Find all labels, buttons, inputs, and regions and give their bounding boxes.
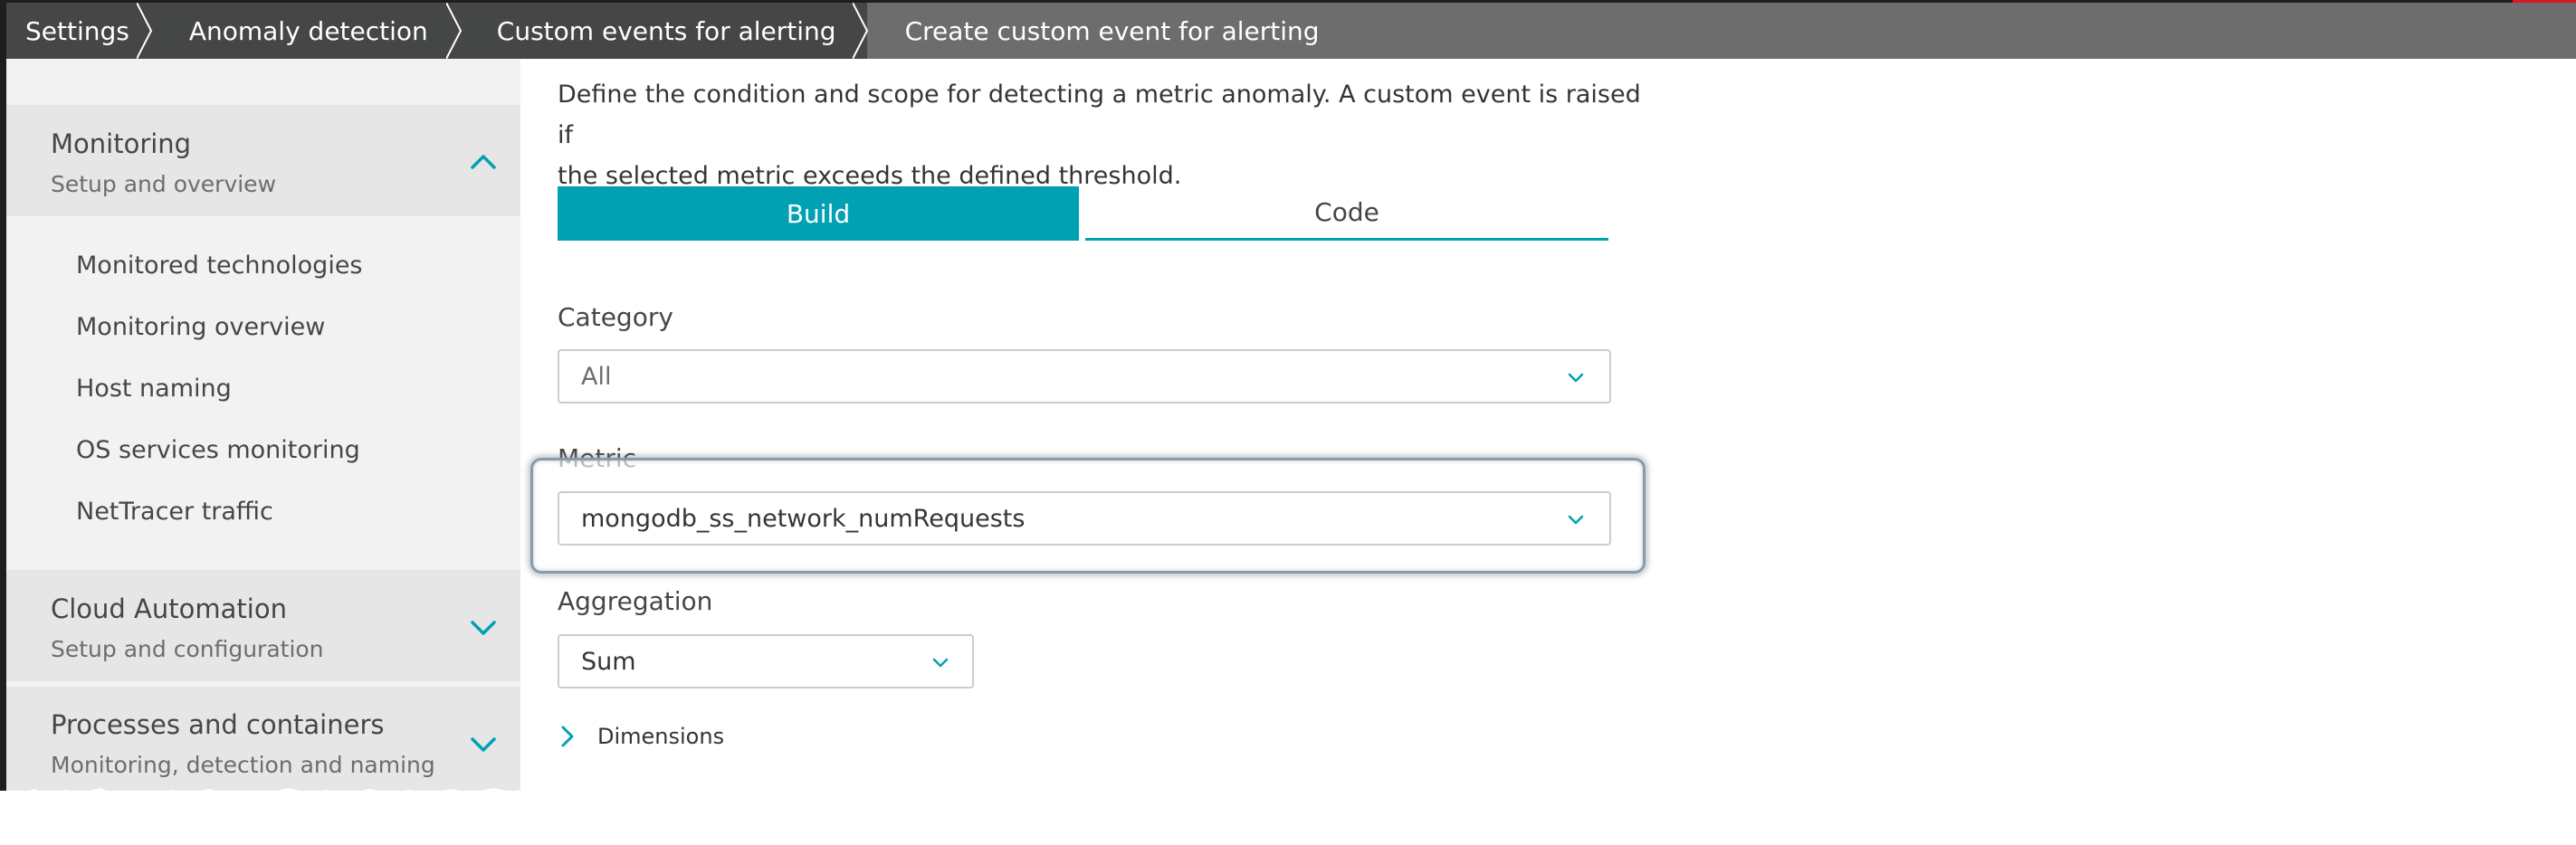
breadcrumb: Settings Anomaly detection Custom events… <box>6 3 2576 59</box>
sidebar-item-host-naming[interactable]: Host naming <box>76 375 232 403</box>
section-subtitle: Setup and configuration <box>51 636 324 662</box>
settings-sidebar: Monitoring Setup and overview Monitored … <box>6 59 520 791</box>
dimensions-toggle[interactable]: Dimensions <box>561 724 724 749</box>
chevron-down-icon <box>932 658 949 668</box>
aggregation-select[interactable]: Sum <box>558 634 974 688</box>
chevron-down-icon[interactable] <box>470 736 497 754</box>
tab-label: Code <box>1314 197 1379 227</box>
section-subtitle: Setup and overview <box>51 171 277 197</box>
sidebar-section-cloud-automation[interactable]: Cloud Automation Setup and configuration <box>6 570 520 681</box>
chevron-down-icon[interactable] <box>470 619 497 637</box>
select-value: All <box>581 363 612 391</box>
sidebar-item-nettracer-traffic[interactable]: NetTracer traffic <box>76 498 273 526</box>
section-subtitle: Monitoring, detection and naming <box>51 752 435 778</box>
chevron-right-icon <box>445 3 462 59</box>
chevron-right-icon <box>852 3 868 59</box>
tab-code[interactable]: Code <box>1085 186 1608 241</box>
sidebar-section-monitoring[interactable]: Monitoring Setup and overview <box>6 105 520 216</box>
select-value: Sum <box>581 648 636 676</box>
chevron-right-icon <box>136 3 152 59</box>
sidebar-item-monitoring-overview[interactable]: Monitoring overview <box>76 313 325 341</box>
breadcrumb-anomaly-detection[interactable]: Anomaly detection <box>150 3 462 59</box>
breadcrumb-custom-events[interactable]: Custom events for alerting <box>460 3 868 59</box>
category-select[interactable]: All <box>558 349 1611 404</box>
metric-select[interactable]: mongodb_ss_network_numRequests <box>558 491 1611 546</box>
sidebar-item-os-services-monitoring[interactable]: OS services monitoring <box>76 436 360 464</box>
breadcrumb-label: Settings <box>25 15 129 46</box>
sidebar-section-processes-containers[interactable]: Processes and containers Monitoring, det… <box>6 687 520 791</box>
breadcrumb-label: Anomaly detection <box>188 15 428 46</box>
chevron-down-icon <box>1568 373 1584 383</box>
aggregation-label: Aggregation <box>558 586 713 616</box>
intro-line: Define the condition and scope for detec… <box>558 81 1641 149</box>
breadcrumb-current-page: Create custom event for alerting <box>867 3 1356 59</box>
breadcrumb-label: Custom events for alerting <box>496 15 836 46</box>
breadcrumb-settings[interactable]: Settings <box>6 3 152 59</box>
category-label: Category <box>558 302 673 332</box>
section-title: Cloud Automation <box>51 593 287 624</box>
intro-description: Define the condition and scope for detec… <box>558 74 1644 196</box>
select-value: mongodb_ss_network_numRequests <box>581 505 1026 533</box>
section-title: Processes and containers <box>51 709 385 740</box>
tab-label: Build <box>786 198 851 229</box>
breadcrumb-label: Create custom event for alerting <box>904 15 1320 46</box>
torn-edge-decoration <box>0 788 525 812</box>
section-title: Monitoring <box>51 128 192 159</box>
sidebar-item-monitored-technologies[interactable]: Monitored technologies <box>76 252 363 280</box>
dimensions-label: Dimensions <box>597 724 725 749</box>
tab-build[interactable]: Build <box>558 186 1079 241</box>
chevron-up-icon[interactable] <box>470 152 497 170</box>
window-left-border <box>0 0 6 791</box>
chevron-right-icon <box>561 726 574 747</box>
chevron-down-icon <box>1568 515 1584 525</box>
